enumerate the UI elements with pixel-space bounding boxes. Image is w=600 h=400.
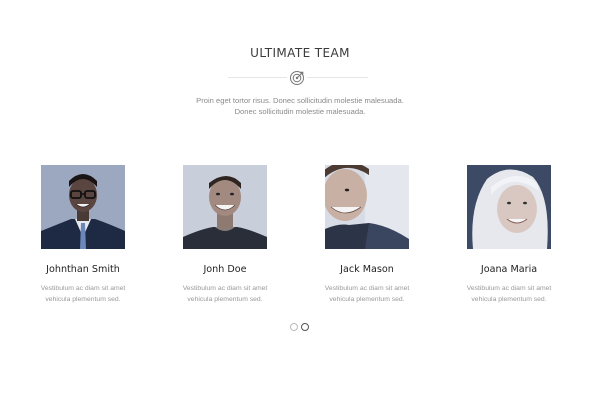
member-description: Vestibulum ac diam sit amet vehicula ple… [23,283,143,305]
team-member-card: Jonh Doe Vestibulum ac diam sit amet veh… [165,165,285,305]
member-photo [183,165,267,249]
subtitle-line-2: Donec sollicitudin molestie malesuada. [234,107,366,116]
section-title: ULTIMATE TEAM [250,46,350,60]
member-description-line: vehicula plementum sed. [471,296,547,303]
member-description-line: vehicula plementum sed. [45,296,121,303]
member-name: Joana Maria [480,264,538,275]
pagination-dot-active[interactable] [301,323,309,331]
member-description-line: Vestibulum ac diam sit amet [466,285,552,292]
subtitle-line-1: Proin eget tortor risus. Donec sollicitu… [196,96,404,105]
member-description-line: vehicula plementum sed. [187,296,263,303]
team-member-card: Joana Maria Vestibulum ac diam sit amet … [449,165,569,305]
member-description: Vestibulum ac diam sit amet vehicula ple… [449,283,569,305]
member-description-line: Vestibulum ac diam sit amet [182,285,268,292]
member-description-line: Vestibulum ac diam sit amet [324,285,410,292]
member-photo [467,165,551,249]
member-description: Vestibulum ac diam sit amet vehicula ple… [307,283,427,305]
member-description-line: Vestibulum ac diam sit amet [40,285,126,292]
member-name: Johnthan Smith [46,264,120,275]
section-subtitle: Proin eget tortor risus. Donec sollicitu… [0,95,600,117]
carousel-pagination [290,323,309,331]
member-photo [41,165,125,249]
member-name: Jonh Doe [203,264,247,275]
member-description: Vestibulum ac diam sit amet vehicula ple… [165,283,285,305]
member-description-line: vehicula plementum sed. [329,296,405,303]
team-member-card: Johnthan Smith Vestibulum ac diam sit am… [23,165,143,305]
pagination-dot[interactable] [290,323,298,331]
team-member-card: Jack Mason Vestibulum ac diam sit amet v… [307,165,427,305]
member-name: Jack Mason [340,264,394,275]
team-section: ULTIMATE TEAM Proin eget tortor risus. D… [0,0,600,400]
member-photo [325,165,409,249]
target-icon [287,68,307,88]
